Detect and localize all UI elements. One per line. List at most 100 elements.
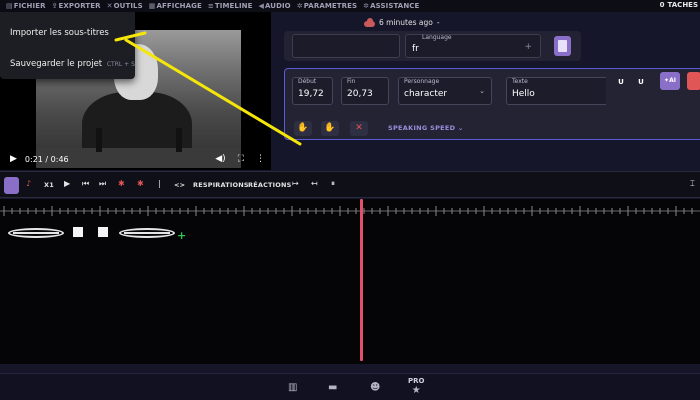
subtitle-text-label: Texte [512,78,528,85]
code-button[interactable]: <> [174,181,185,189]
save-project-item[interactable]: Sauvegarder le projet CTRL + S [10,59,135,69]
expand-icon[interactable]: ↦ [292,179,299,188]
start-time-label: Début [298,78,317,85]
menu-outils[interactable]: ✕ OUTILS [107,2,143,10]
start-time-value: 19,72 [298,89,324,99]
document-button[interactable] [4,177,19,194]
file-dropdown-menu: Importer les sous-titres Sauvegarder le … [0,12,135,79]
hand-emoji-icon[interactable]: ✋ [321,121,339,136]
fullscreen-icon[interactable]: ⛶ [238,154,244,164]
skip-forward-icon[interactable]: ⏭ [99,179,106,189]
start-time-field[interactable]: Début 19,72 [292,77,333,105]
pro-label: PRO [408,377,425,385]
text-cursor-icon[interactable]: ⌶ [690,179,695,189]
play-icon[interactable]: ▶ [10,154,17,164]
end-time-value: 20,73 [347,89,373,99]
language-select[interactable]: Language fr + [405,34,541,58]
user-icon[interactable]: ☻ [370,382,380,393]
menu-assistance[interactable]: ✲ ASSISTANCE [363,2,419,10]
add-cue-icon[interactable]: + [177,229,186,242]
close-icon[interactable]: ✕ [350,121,368,136]
video-right-controls: ◀) ⛶ ⋮ [215,154,265,164]
wave-emoji-icon[interactable]: ✋ [294,121,312,136]
save-status-suffix: - [436,18,440,27]
underline-button-2[interactable]: U [635,75,647,89]
reactions-button[interactable]: RÉACTIONS [248,181,292,189]
file-icon: ▤ [6,2,13,10]
script-icon[interactable]: ▥ [288,382,297,393]
document-icon [558,40,567,52]
split-icon[interactable]: ✱ [118,179,125,188]
menu-parametres-label: PARAMETRES [303,2,358,10]
subtitle-text-field[interactable]: Texte Hello [506,77,606,105]
waveform-block[interactable] [73,227,83,237]
speed-button[interactable]: X1 [44,181,54,189]
playhead[interactable] [360,199,363,361]
subtitle-editor: Début 19,72 Fin 20,73 Personnage charact… [284,68,700,140]
menu-exporter-label: EXPORTER [58,2,101,10]
speaking-speed-toggle[interactable]: SPEAKING SPEED ⌄ [388,124,464,132]
delete-cue-icon[interactable]: ✱ [137,179,144,188]
display-icon: ▦ [148,2,156,10]
chevron-down-icon: ⌄ [479,87,485,95]
save-status: 6 minutes ago - [364,18,440,27]
audio-icon: ◀ [258,2,264,10]
folder-icon[interactable]: ▬ [328,382,337,393]
breaths-button[interactable]: RESPIRATIONS [193,181,249,189]
settings-icon: ✲ [296,2,303,10]
character-label: Personnage [404,78,440,85]
tools-icon: ✕ [106,2,113,10]
waveform-segment[interactable] [119,228,175,238]
menu-fichier[interactable]: ▤ FICHIER [6,2,46,10]
pause-icon[interactable]: ⏸ [331,179,335,189]
timeline[interactable]: + [0,199,700,364]
save-status-text: 6 minutes ago [379,18,433,27]
character-value: character [404,89,448,99]
document-button[interactable] [554,36,571,56]
language-panel: Language fr + [284,31,581,61]
speaking-speed-label: SPEAKING SPEED [388,124,456,132]
menu-audio[interactable]: ◀ AUDIO [259,2,291,10]
assistance-icon: ✲ [363,2,370,10]
end-time-field[interactable]: Fin 20,73 [341,77,389,105]
star-icon: ★ [411,385,421,396]
timeline-icon: ≡ [207,2,214,10]
video-controls: ▶ 0:21 / 0:46 ◀) ⛶ ⋮ [0,148,271,170]
menu-exporter[interactable]: ⇪ EXPORTER [52,2,101,10]
import-subtitles-item[interactable]: Importer les sous-titres [10,28,109,38]
subtitle-text-value: Hello [512,89,535,99]
menu-fichier-label: FICHIER [13,2,46,10]
menu-timeline[interactable]: ≡ TIMELINE [208,2,253,10]
underline-button[interactable]: U [615,75,627,89]
waveform-block[interactable] [98,227,108,237]
skip-back-icon[interactable]: ⏮ [82,179,89,189]
shrink-icon[interactable]: ↤ [311,179,318,188]
tasks-indicator[interactable]: 0 TACHES [660,1,698,9]
language-value: fr [412,44,419,54]
save-project-label: Sauvegarder le projet [10,59,103,69]
menu-outils-label: OUTILS [113,2,143,10]
more-options-icon[interactable]: ⋮ [256,154,265,164]
bottom-navigation: ▥ ▬ ☻ PRO ★ [0,373,700,400]
menu-parametres[interactable]: ✲ PARAMETRES [297,2,357,10]
menu-affichage[interactable]: ▦ AFFICHAGE [149,2,202,10]
language-label: Language [422,34,452,41]
ai-tool-button[interactable]: ✦AI [660,72,680,90]
save-shortcut: CTRL + S [106,61,135,68]
video-time: 0:21 / 0:46 [24,154,69,164]
app-window: ▤ FICHIER ⇪ EXPORTER ✕ OUTILS ▦ AFFICHAGE ≡ T… [0,0,700,400]
character-select[interactable]: Personnage character ⌄ [398,77,492,105]
waveform-segment[interactable] [8,228,64,238]
empty-field[interactable] [292,34,400,58]
microphone-icon[interactable]: ♪ [26,179,31,188]
tasks-label: TACHES [667,1,698,9]
export-icon: ⇪ [51,2,58,10]
play-icon[interactable]: ▶ [64,179,70,188]
cloud-icon [364,18,375,27]
volume-icon[interactable]: ◀) [215,154,225,164]
menu-audio-label: AUDIO [264,2,291,10]
menu-assistance-label: ASSISTANCE [370,2,420,10]
add-language-icon[interactable]: + [524,42,532,52]
pro-button[interactable]: PRO ★ [408,377,424,396]
delete-button[interactable] [687,72,700,90]
